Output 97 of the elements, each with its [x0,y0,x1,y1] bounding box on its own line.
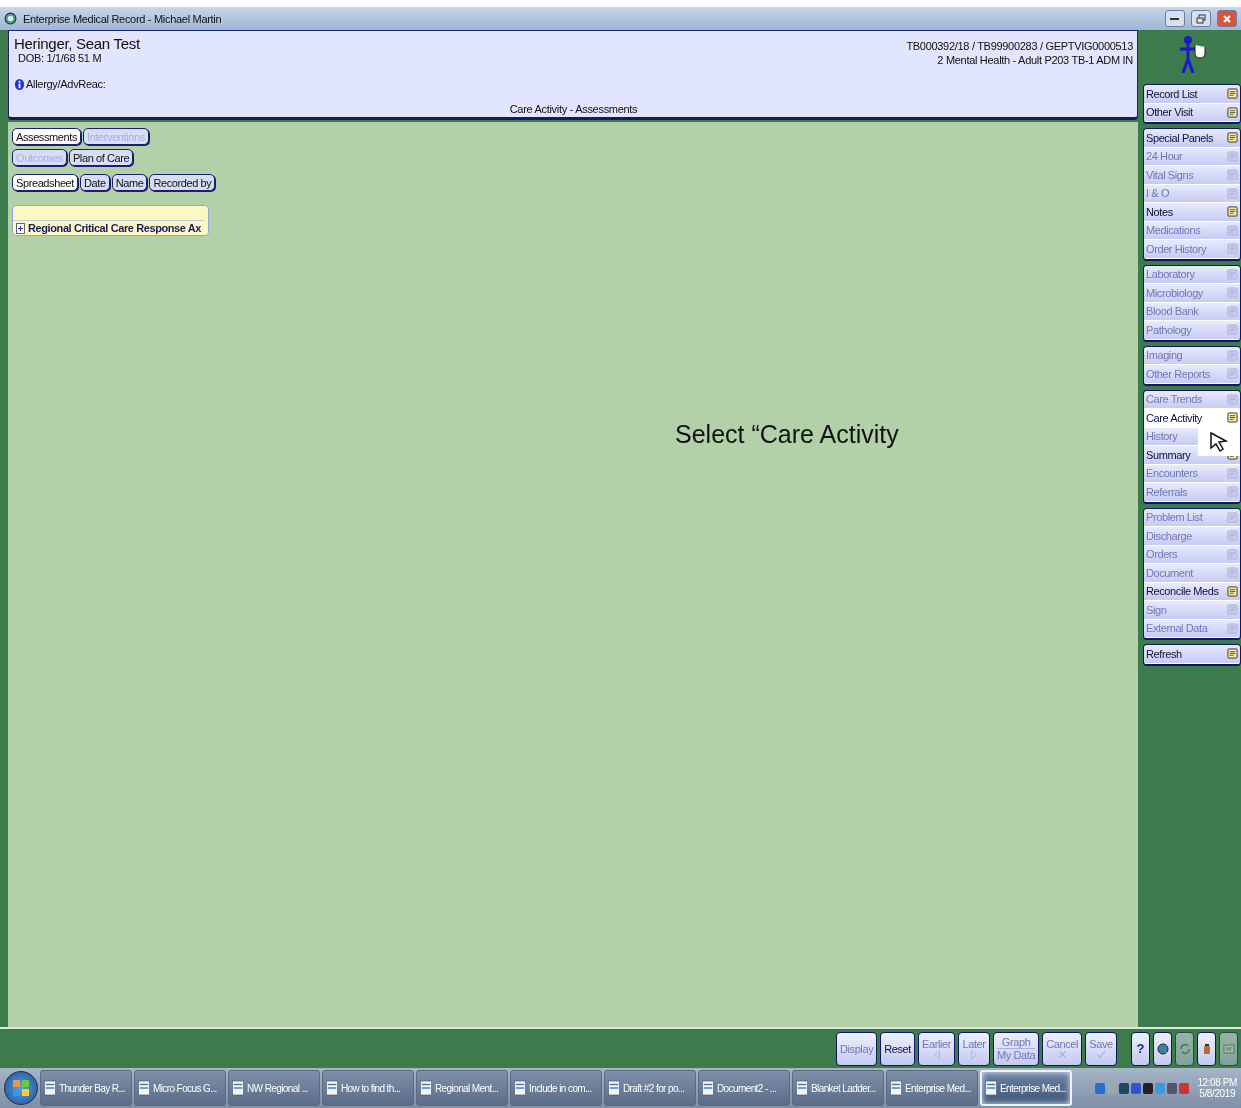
taskbar-item[interactable]: Draft #2 for po... [604,1070,696,1106]
visit-ids: TB000392/18 / TB99900283 / GEPTVIG0000513 [906,40,1133,52]
document-icon [43,1078,57,1098]
page-icon [1227,243,1238,255]
document-icon [889,1078,903,1098]
document-icon [607,1078,621,1098]
page-icon [1227,548,1238,560]
taskbar-item[interactable]: Blanket Ladder... [792,1070,884,1106]
taskbar-item[interactable]: Thunder Bay R... [40,1070,132,1106]
check-icon [1096,1050,1106,1059]
page-icon [1227,268,1238,280]
tray-icon[interactable] [1143,1082,1154,1094]
taskbar-item[interactable]: Enterprise Med... [886,1070,978,1106]
tree-item[interactable]: Regional Critical Care Response Ax [28,222,202,234]
toolbar-icon-button[interactable] [1153,1031,1172,1066]
restore-button[interactable] [1191,10,1211,27]
window-title: Enterprise Medical Record - Michael Martin [23,12,223,25]
page-icon [1227,324,1238,336]
page-icon [1227,648,1238,660]
view-title: Care Activity - Assessments [509,103,638,115]
document-icon [137,1078,151,1098]
page-icon [1227,88,1238,100]
taskbar-item[interactable]: Regional Ment... [416,1070,508,1106]
view-tab[interactable]: Date [80,174,110,191]
toolbar-button[interactable]: Reset [880,1031,915,1066]
page-icon [1227,530,1238,542]
globe-icon [1156,1042,1169,1055]
view-tab[interactable]: Name [111,174,148,191]
sidebar-item[interactable]: Care Activity [1144,409,1240,428]
page-icon [1227,349,1238,361]
view-tab[interactable]: Recorded by [149,174,216,191]
view-tab[interactable]: Plan of Care [68,149,134,166]
toolbar-icon-button[interactable] [1197,1031,1216,1066]
view-tab[interactable]: Spreadsheet [12,174,78,191]
clock-time: 12:08 PM [1197,1077,1237,1088]
page-icon [1227,486,1238,498]
clock-date: 5/8/2019 [1199,1088,1236,1099]
page-icon [1227,567,1238,579]
taskbar-item[interactable]: Enterprise Med... [980,1070,1072,1106]
page-icon [1227,604,1238,616]
page-icon [1227,106,1238,118]
document-icon [513,1078,527,1098]
allergy-label[interactable]: Allergy/AdvReac: [26,78,106,90]
refresh-icon [1178,1042,1191,1055]
taskbar-item[interactable]: NW Regional ... [228,1070,320,1106]
page-icon [1227,585,1238,597]
close-button[interactable] [1217,10,1237,27]
info-icon [14,78,25,90]
windows-logo-icon [12,1079,30,1097]
document-icon [231,1078,245,1098]
page-icon [1227,206,1238,218]
expand-icon[interactable] [16,222,25,234]
document-icon [325,1078,339,1098]
document-icon [701,1078,715,1098]
right-arrow-icon [969,1049,979,1060]
sidebar-item[interactable]: Record List [1144,85,1240,104]
taskbar-item[interactable]: Include in com... [510,1070,602,1106]
page-icon [1227,287,1238,299]
document-icon [795,1078,809,1098]
date-of-birth: DOB: 1/1/68 51 M [18,52,103,66]
cross-icon [1057,1050,1067,1059]
tray-icon[interactable] [1167,1082,1178,1094]
left-arrow-icon [931,1049,942,1060]
page-icon [1227,368,1238,380]
page-icon [1227,393,1238,405]
note-icon [1222,1042,1235,1055]
page-icon [1227,412,1238,424]
minimize-button[interactable] [1165,10,1185,27]
sidebar-item[interactable]: Notes [1144,203,1240,222]
page-icon [1227,150,1238,162]
taskbar-item[interactable]: How to find th... [322,1070,414,1106]
taskbar-item[interactable]: Micro Focus G... [134,1070,226,1106]
view-tab[interactable]: Assessments [12,128,81,145]
page-icon [1227,224,1238,236]
help-button[interactable]: ? [1131,1031,1150,1066]
restore-icon [1196,13,1206,24]
taskbar-item[interactable]: Document2 - ... [698,1070,790,1106]
document-icon [984,1078,998,1098]
sidebar-item[interactable]: Refresh [1144,645,1240,664]
mouse-pointer-icon [1210,431,1228,452]
person-figure-icon [1178,35,1206,75]
app-logo-icon [4,12,17,25]
page-icon [1227,467,1238,479]
patient-name: Heringer, Sean Test [14,35,141,52]
page-icon [1227,622,1238,634]
sidebar-item[interactable]: Special Panels [1144,129,1240,148]
page-icon [1227,169,1238,181]
page-icon [1227,187,1238,199]
instruction-text: Select “Care Activity [675,420,899,449]
start-button[interactable] [4,1071,38,1105]
close-icon [1222,13,1232,24]
tray-icon[interactable] [1119,1082,1130,1094]
document-icon [419,1078,433,1098]
page-icon [1227,305,1238,317]
location: 2 Mental Health - Adult P203 TB-1 ADM IN [936,54,1133,66]
page-icon [1227,132,1238,144]
page-icon [1227,511,1238,523]
